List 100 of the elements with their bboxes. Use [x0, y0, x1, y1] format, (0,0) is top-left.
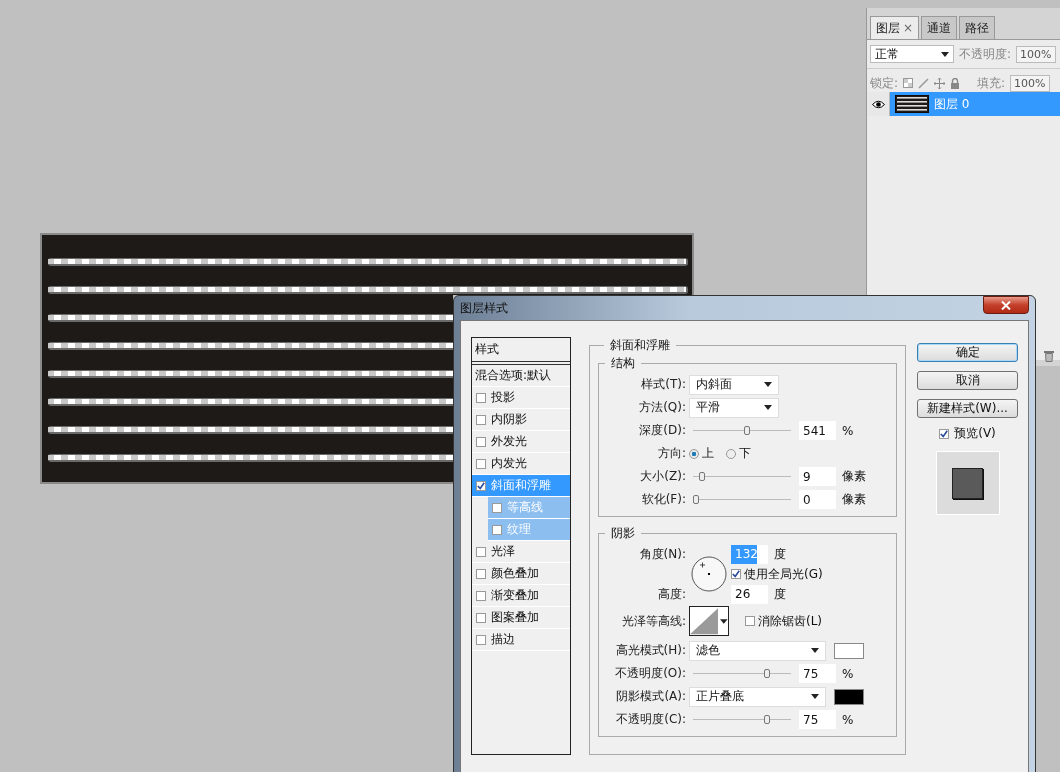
- color-swatch[interactable]: [834, 688, 864, 705]
- contour-picker[interactable]: [689, 606, 729, 636]
- blend-mode-dropdown[interactable]: 正常: [870, 45, 954, 63]
- move-icon[interactable]: [934, 77, 946, 89]
- field-label: 大小(Z):: [639, 468, 687, 485]
- dropdown[interactable]: 平滑: [689, 397, 779, 418]
- checkbox-field[interactable]: 消除锯齿(L): [745, 612, 823, 630]
- radio-indicator[interactable]: [689, 448, 699, 459]
- close-icon[interactable]: [1001, 300, 1011, 310]
- number-field[interactable]: 75: [799, 710, 836, 729]
- checkbox[interactable]: [745, 616, 755, 626]
- checkbox[interactable]: [476, 436, 486, 447]
- dropdown[interactable]: 正片叠底: [689, 686, 826, 707]
- caret-icon: [720, 618, 728, 624]
- checkbox[interactable]: [476, 392, 486, 403]
- panel-tab[interactable]: 通道: [921, 16, 958, 39]
- checkbox[interactable]: [492, 502, 502, 513]
- item-label: 渐变叠加: [491, 587, 539, 604]
- caret-icon: [941, 51, 949, 57]
- checkbox[interactable]: [476, 612, 486, 623]
- transparency-lock-icon[interactable]: [903, 78, 914, 88]
- unit-label: %: [842, 712, 854, 727]
- unit-label: %: [842, 423, 854, 438]
- unit-label: 像素: [842, 468, 866, 485]
- angle-dial-icon[interactable]: [691, 556, 727, 592]
- eye-icon[interactable]: [871, 99, 885, 109]
- checkbox[interactable]: [492, 524, 502, 535]
- item-label: 斜面和浮雕: [491, 477, 551, 494]
- slider-thumb[interactable]: [763, 715, 770, 724]
- lock-icon[interactable]: [950, 77, 961, 89]
- number-field[interactable]: 26: [731, 584, 768, 604]
- list-item[interactable]: 光泽: [472, 541, 570, 563]
- radio-button[interactable]: 下: [726, 445, 751, 462]
- group-title: 斜面和浮雕: [609, 337, 671, 354]
- field-label: 方法(Q):: [638, 399, 687, 416]
- checkbox[interactable]: [476, 458, 486, 469]
- brush-icon[interactable]: [918, 77, 930, 89]
- field-label: 阴影模式(A):: [615, 688, 687, 705]
- dropdown[interactable]: 内斜面: [689, 374, 779, 395]
- radio-indicator[interactable]: [726, 448, 736, 459]
- field-label: 填充:: [977, 74, 1006, 92]
- number-field[interactable]: 9: [799, 467, 836, 486]
- layer-thumbnail: [895, 95, 929, 113]
- item-label: 投影: [491, 389, 515, 406]
- dialog-button[interactable]: 取消: [917, 371, 1018, 390]
- checkbox[interactable]: [476, 590, 486, 601]
- field-label: 角度(N):: [638, 545, 687, 563]
- checkbox[interactable]: [476, 414, 486, 425]
- group-title: 阴影: [610, 525, 636, 542]
- preview-swatch: [935, 451, 1000, 515]
- number-field[interactable]: 75: [799, 664, 836, 683]
- field-label: 软化(F):: [640, 491, 687, 508]
- window-title: 图层样式: [460, 299, 508, 317]
- field-label: 不透明度(C):: [615, 711, 687, 728]
- color-swatch[interactable]: [834, 642, 864, 659]
- caret-icon: [811, 648, 819, 653]
- item-label: 颜色叠加: [491, 565, 539, 582]
- list-item[interactable]: 内阴影: [472, 409, 570, 431]
- list-item[interactable]: 渐变叠加: [472, 585, 570, 607]
- item-label: 内阴影: [491, 411, 527, 428]
- checkbox[interactable]: [476, 634, 486, 645]
- caret-icon: [764, 405, 772, 410]
- slider-thumb[interactable]: [693, 495, 699, 504]
- list-item[interactable]: 描边: [472, 629, 570, 651]
- group-title: 结构: [610, 355, 636, 372]
- checkbox[interactable]: [476, 546, 486, 557]
- panel-tab[interactable]: 图层 ×: [870, 16, 920, 39]
- list-item[interactable]: 颜色叠加: [472, 563, 570, 585]
- checkbox[interactable]: [939, 428, 950, 439]
- field-label: 光泽等高线:: [620, 612, 687, 630]
- dialog-button[interactable]: 确定: [917, 343, 1018, 362]
- number-field[interactable]: 0: [799, 490, 836, 509]
- field-label: 高度:: [656, 585, 687, 603]
- number-field[interactable]: 100%: [1010, 74, 1050, 92]
- slider-thumb[interactable]: [699, 472, 706, 481]
- dropdown[interactable]: 滤色: [689, 640, 826, 661]
- item-label: 等高线: [507, 499, 543, 516]
- slider-thumb[interactable]: [763, 669, 770, 678]
- panel-tab[interactable]: 路径: [959, 16, 996, 39]
- checkbox-field[interactable]: 预览(V): [939, 425, 996, 442]
- number-field[interactable]: 541: [799, 421, 836, 440]
- field-label: 不透明度(O):: [614, 665, 687, 682]
- field-label: 方向:: [656, 445, 687, 462]
- slider-thumb[interactable]: [743, 426, 750, 435]
- checkbox[interactable]: [476, 568, 486, 579]
- item-label: 纹理: [507, 521, 531, 538]
- checkbox-field[interactable]: 使用全局光(G): [731, 565, 823, 583]
- unit-label: %: [842, 666, 854, 681]
- number-field[interactable]: 100%: [1016, 45, 1056, 63]
- item-label: 外发光: [491, 433, 527, 450]
- close-button[interactable]: [983, 296, 1029, 314]
- list-item[interactable]: 混合选项:默认: [472, 365, 570, 387]
- list-item[interactable]: 外发光: [472, 431, 570, 453]
- checkbox[interactable]: [731, 569, 741, 579]
- list-item[interactable]: 图案叠加: [472, 607, 570, 629]
- trash-icon[interactable]: [1044, 350, 1054, 362]
- checkbox[interactable]: [476, 480, 486, 491]
- list-item[interactable]: 投影: [472, 387, 570, 409]
- radio-button[interactable]: 上: [689, 445, 714, 462]
- dialog-button[interactable]: 新建样式(W)...: [917, 399, 1018, 418]
